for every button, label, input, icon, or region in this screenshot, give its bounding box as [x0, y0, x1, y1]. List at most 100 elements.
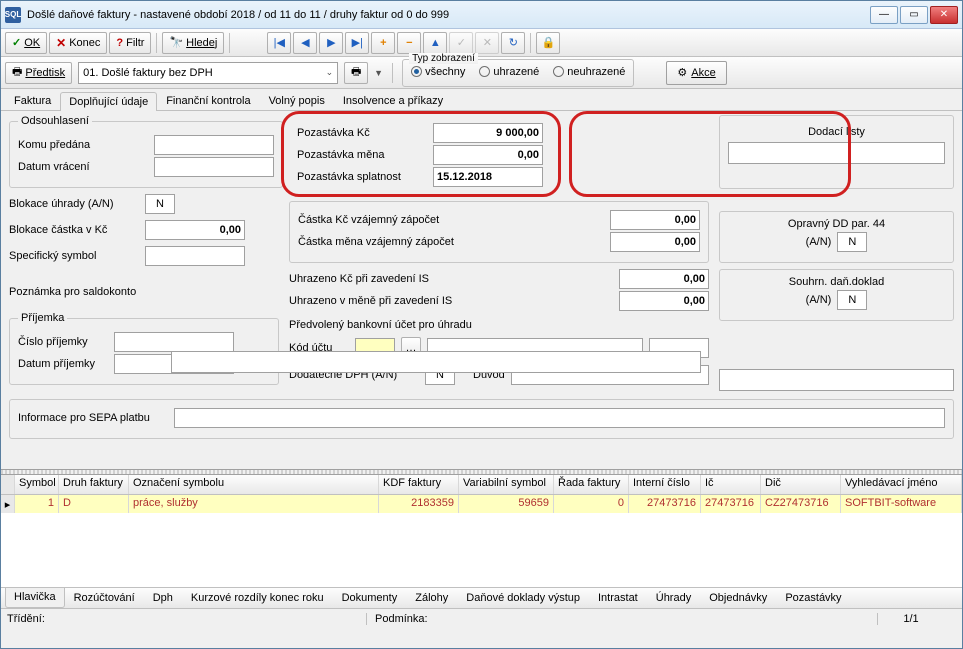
extra-account-input[interactable] — [719, 369, 954, 391]
tab-faktura[interactable]: Faktura — [5, 91, 60, 110]
dodaci-listy-input[interactable] — [728, 142, 945, 164]
col-rada[interactable]: Řada faktury — [554, 475, 629, 494]
uhrazeno-mena-input[interactable]: 0,00 — [619, 291, 709, 311]
souhrn-group: Souhrn. daň.doklad (A/N)N — [719, 269, 954, 321]
grid-body[interactable]: ▸ 1 D práce, služby 2183359 59659 0 2747… — [1, 495, 962, 587]
predtisk-select[interactable]: 01. Došlé faktury bez DPH⌄ — [78, 62, 338, 84]
tab2-pozastavky[interactable]: Pozastávky — [776, 588, 850, 608]
uhrazeno-mena-label: Uhrazeno v měně při zavedení IS — [289, 295, 489, 307]
dodaci-listy-group: Dodací listy — [719, 115, 954, 189]
tab2-hlavicka[interactable]: Hlavička — [5, 588, 65, 608]
radio-uhrazene[interactable]: uhrazené — [479, 66, 539, 78]
window-title: Došlé daňové faktury - nastavené období … — [27, 9, 870, 21]
castka-kc-zap-label: Částka Kč vzájemný zápočet — [298, 214, 468, 226]
nav-next-button[interactable]: ▶ — [319, 32, 343, 54]
col-kdf[interactable]: KDF faktury — [379, 475, 459, 494]
odsouhlaseni-label: Odsouhlasení — [18, 115, 92, 127]
pozastavka-mena-label: Pozastávka měna — [297, 149, 427, 161]
predtisk-button[interactable]: 🖶Předtisk — [5, 62, 72, 84]
tab2-dph[interactable]: Dph — [144, 588, 182, 608]
up-button[interactable]: ▲ — [423, 32, 447, 54]
pozastavka-mena-input[interactable]: 0,00 — [433, 145, 543, 165]
tab-financni[interactable]: Finanční kontrola — [157, 91, 259, 110]
komu-predana-input[interactable] — [154, 135, 274, 155]
tab2-rozuctovani[interactable]: Rozúčtování — [65, 588, 144, 608]
col-symbol[interactable]: Symbol — [15, 475, 59, 494]
titlebar: SQL Došlé daňové faktury - nastavené obd… — [1, 1, 962, 29]
gear-icon: ⚙ — [677, 66, 687, 79]
pozastavka-spl-input[interactable]: 15.12.2018 — [433, 167, 543, 187]
prijemka-group: Příjemka Číslo příjemky Datum příjemky — [9, 312, 279, 385]
tab2-uhrady[interactable]: Úhrady — [647, 588, 700, 608]
tab-volny-popis[interactable]: Volný popis — [260, 91, 334, 110]
blokace-uhrady-input[interactable]: N — [145, 194, 175, 214]
col-ic[interactable]: Ič — [701, 475, 761, 494]
radio-vsechny[interactable]: všechny — [411, 66, 465, 78]
hledej-button[interactable]: 🔭Hledej — [162, 32, 224, 54]
akce-button[interactable]: ⚙Akce — [666, 61, 726, 85]
pozastavka-kc-label: Pozastávka Kč — [297, 127, 427, 139]
opravny-an-label: (A/N) — [806, 236, 832, 248]
info-sepa-input[interactable] — [174, 408, 945, 428]
cislo-prijemky-label: Číslo příjemky — [18, 336, 108, 348]
tab2-kurzove[interactable]: Kurzové rozdíly konec roku — [182, 588, 333, 608]
printer-icon: 🖶 — [12, 63, 22, 82]
tab2-zalohy[interactable]: Zálohy — [406, 588, 457, 608]
nav-last-button[interactable]: ▶| — [345, 32, 369, 54]
uhrazeno-kc-input[interactable]: 0,00 — [619, 269, 709, 289]
konec-button[interactable]: ✕Konec — [49, 32, 107, 54]
dodaci-listy-label: Dodací listy — [728, 126, 945, 138]
nav-prev-button[interactable]: ◀ — [293, 32, 317, 54]
col-interni[interactable]: Interní číslo — [629, 475, 701, 494]
col-oznaceni[interactable]: Označení symbolu — [129, 475, 379, 494]
castka-kc-zap-input[interactable]: 0,00 — [610, 210, 700, 230]
grid: Symbol Druh faktury Označení symbolu KDF… — [1, 475, 962, 587]
radio-neuhrazene[interactable]: neuhrazené — [553, 66, 625, 78]
lock-button[interactable]: 🔒 — [536, 32, 560, 54]
datum-vraceni-input[interactable] — [154, 157, 274, 177]
close-button[interactable]: ✕ — [930, 6, 958, 24]
cislo-prijemky-input[interactable] — [114, 332, 234, 352]
specificky-input[interactable] — [145, 246, 245, 266]
tab-doplnujici[interactable]: Doplňující údaje — [60, 92, 157, 111]
refresh-button[interactable]: ↻ — [501, 32, 525, 54]
col-vs[interactable]: Variabilní symbol — [459, 475, 554, 494]
col-dic[interactable]: Dič — [761, 475, 841, 494]
tab2-objednavky[interactable]: Objednávky — [700, 588, 776, 608]
pozastavka-spl-label: Pozastávka splatnost — [297, 171, 427, 183]
add-button[interactable]: + — [371, 32, 395, 54]
typ-zobrazeni-group: Typ zobrazení všechny uhrazené neuhrazen… — [402, 59, 634, 87]
tab2-intrastat[interactable]: Intrastat — [589, 588, 647, 608]
cancel-button[interactable]: ✕ — [475, 32, 499, 54]
ok-button[interactable]: ✓OK — [5, 32, 47, 54]
castka-mena-zap-input[interactable]: 0,00 — [610, 232, 700, 252]
col-druh[interactable]: Druh faktury — [59, 475, 129, 494]
maximize-button[interactable]: ▭ — [900, 6, 928, 24]
minimize-button[interactable]: — — [870, 6, 898, 24]
poznamka-saldo-input[interactable] — [171, 351, 701, 373]
filtr-button[interactable]: ?Filtr — [109, 32, 151, 54]
tab-insolvence[interactable]: Insolvence a příkazy — [334, 91, 452, 110]
app-icon: SQL — [5, 7, 21, 23]
confirm-button[interactable]: ✓ — [449, 32, 473, 54]
castka-mena-zap-label: Částka měna vzájemný zápočet — [298, 236, 468, 248]
souhrn-an-label: (A/N) — [806, 294, 832, 306]
tab2-dokumenty[interactable]: Dokumenty — [333, 588, 407, 608]
odsouhlaseni-group: Odsouhlasení Komu předána Datum vrácení — [9, 115, 283, 188]
tab2-danove[interactable]: Daňové doklady výstup — [457, 588, 589, 608]
souhrn-input[interactable]: N — [837, 290, 867, 310]
status-podminka: Podmínka: — [375, 613, 878, 625]
nav-first-button[interactable]: |◀ — [267, 32, 291, 54]
prijemka-label: Příjemka — [18, 312, 67, 324]
datum-vraceni-label: Datum vrácení — [18, 161, 148, 173]
grid-header: Symbol Druh faktury Označení symbolu KDF… — [1, 475, 962, 495]
pozastavka-kc-input[interactable]: 9 000,00 — [433, 123, 543, 143]
blokace-castka-label: Blokace částka v Kč — [9, 224, 139, 236]
col-vyhled[interactable]: Vyhledávací jméno — [841, 475, 962, 494]
grid-row[interactable]: ▸ 1 D práce, služby 2183359 59659 0 2747… — [1, 495, 962, 513]
specificky-label: Specifický symbol — [9, 250, 139, 262]
blokace-castka-input[interactable]: 0,00 — [145, 220, 245, 240]
remove-button[interactable]: − — [397, 32, 421, 54]
opravny-dd-input[interactable]: N — [837, 232, 867, 252]
print-button[interactable]: 🖶 — [344, 62, 368, 84]
